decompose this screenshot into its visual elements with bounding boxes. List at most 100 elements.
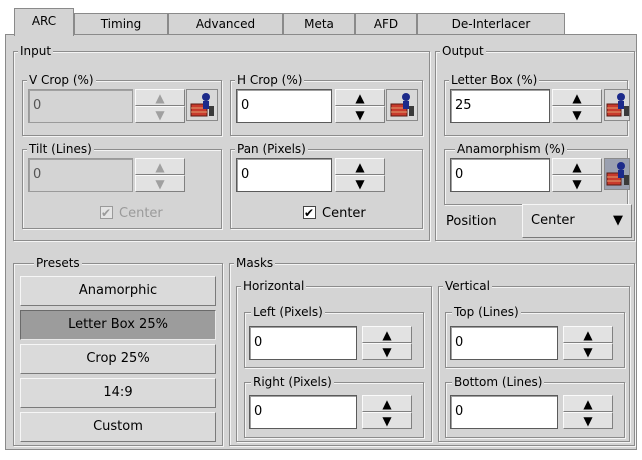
chevron-down-icon: ▼ <box>613 213 623 228</box>
tilt-up-button[interactable]: ▲ <box>135 158 185 175</box>
tilt-down-button[interactable]: ▼ <box>135 175 185 192</box>
top-spinner[interactable]: ▲ ▼ <box>563 326 613 360</box>
left-down-button[interactable]: ▼ <box>362 343 412 360</box>
up-arrow-icon: ▲ <box>155 90 165 105</box>
pan-label: Pan (Pixels) <box>235 141 308 157</box>
checkbox-icon <box>303 204 316 222</box>
down-arrow-icon: ▼ <box>583 413 593 428</box>
up-arrow-icon: ▲ <box>355 90 365 105</box>
down-arrow-icon: ▼ <box>382 344 392 359</box>
down-arrow-icon: ▼ <box>355 107 365 122</box>
letterbox-label: Letter Box (%) <box>449 72 540 88</box>
right-down-button[interactable]: ▼ <box>362 412 412 429</box>
tab-timing[interactable]: Timing <box>74 13 168 35</box>
left-label: Left (Pixels) <box>251 304 325 320</box>
letterbox-spinner[interactable]: ▲ ▼ <box>552 89 602 123</box>
right-field[interactable]: 0 <box>249 395 357 429</box>
bottom-up-button[interactable]: ▲ <box>563 395 613 412</box>
letterbox-down-button[interactable]: ▼ <box>552 106 602 123</box>
presets-group: Presets Anamorphic Letter Box 25% Crop 2… <box>13 255 223 446</box>
down-arrow-icon: ▼ <box>583 344 593 359</box>
pan-center-checkbox[interactable]: Center <box>303 204 366 223</box>
hcrop-label: H Crop (%) <box>235 72 305 88</box>
up-arrow-icon: ▲ <box>382 396 392 411</box>
tilt-center-label: Center <box>119 206 163 221</box>
tab-afd[interactable]: AFD <box>355 13 417 35</box>
preset-custom-button[interactable]: Custom <box>20 412 216 442</box>
preset-anamorphic-button[interactable]: Anamorphic <box>20 276 216 306</box>
letterbox-lock-button[interactable] <box>604 89 630 121</box>
tab-advanced[interactable]: Advanced <box>168 13 283 35</box>
vcrop-down-button[interactable]: ▼ <box>135 106 185 123</box>
vcrop-label: V Crop (%) <box>27 72 96 88</box>
up-arrow-icon: ▲ <box>355 159 365 174</box>
top-up-button[interactable]: ▲ <box>563 326 613 343</box>
hcrop-down-button[interactable]: ▼ <box>335 106 385 123</box>
masks-legend: Masks <box>234 255 276 271</box>
down-arrow-icon: ▼ <box>572 176 582 191</box>
letterbox-up-button[interactable]: ▲ <box>552 89 602 106</box>
bottom-field[interactable]: 0 <box>450 395 558 429</box>
vcrop-spinner[interactable]: ▲ ▼ <box>135 89 185 123</box>
preset-crop-button[interactable]: Crop 25% <box>20 344 216 374</box>
left-spinner[interactable]: ▲ ▼ <box>362 326 412 360</box>
up-arrow-icon: ▲ <box>583 327 593 342</box>
tilt-label: Tilt (Lines) <box>27 141 94 157</box>
hcrop-up-button[interactable]: ▲ <box>335 89 385 106</box>
down-arrow-icon: ▼ <box>572 107 582 122</box>
checkbox-icon <box>100 204 113 222</box>
tilt-center-checkbox[interactable]: Center <box>100 204 163 223</box>
up-arrow-icon: ▲ <box>155 159 165 174</box>
pan-spinner[interactable]: ▲ ▼ <box>335 158 385 192</box>
tilt-field[interactable]: 0 <box>28 158 133 192</box>
hcrop-spinner[interactable]: ▲ ▼ <box>335 89 385 123</box>
tab-arc[interactable]: ARC <box>14 8 74 36</box>
down-arrow-icon: ▼ <box>355 176 365 191</box>
down-arrow-icon: ▼ <box>382 413 392 428</box>
letterbox-field[interactable]: 25 <box>450 89 550 123</box>
vcrop-up-button[interactable]: ▲ <box>135 89 185 106</box>
bottom-spinner[interactable]: ▲ ▼ <box>563 395 613 429</box>
down-arrow-icon: ▼ <box>155 176 165 191</box>
pan-field[interactable]: 0 <box>236 158 332 192</box>
left-up-button[interactable]: ▲ <box>362 326 412 343</box>
anamorphism-down-button[interactable]: ▼ <box>552 175 602 192</box>
anamorphism-up-button[interactable]: ▲ <box>552 158 602 175</box>
up-arrow-icon: ▲ <box>572 159 582 174</box>
pan-down-button[interactable]: ▼ <box>335 175 385 192</box>
preset-letterbox-button[interactable]: Letter Box 25% <box>20 310 216 340</box>
tab-de-interlacer[interactable]: De-Interlacer <box>417 13 565 35</box>
down-arrow-icon: ▼ <box>155 107 165 122</box>
pan-up-button[interactable]: ▲ <box>335 158 385 175</box>
position-dropdown[interactable]: Center ▼ <box>522 204 632 238</box>
bottom-down-button[interactable]: ▼ <box>563 412 613 429</box>
preset-14-9-button[interactable]: 14:9 <box>20 378 216 408</box>
anamorphism-spinner[interactable]: ▲ ▼ <box>552 158 602 192</box>
left-field[interactable]: 0 <box>249 326 357 360</box>
vertical-legend: Vertical <box>443 278 492 294</box>
pan-center-label: Center <box>322 206 366 221</box>
anamorphism-field[interactable]: 0 <box>450 158 550 192</box>
lock-icon <box>390 93 414 117</box>
input-legend: Input <box>18 43 54 59</box>
vcrop-lock-button[interactable] <box>186 89 218 121</box>
presets-legend: Presets <box>34 255 82 271</box>
top-down-button[interactable]: ▼ <box>563 343 613 360</box>
right-spinner[interactable]: ▲ ▼ <box>362 395 412 429</box>
top-field[interactable]: 0 <box>450 326 558 360</box>
masks-group: Masks Horizontal Left (Pixels) 0 ▲ ▼ Rig… <box>229 255 635 446</box>
anamorphism-lock-button[interactable] <box>604 158 630 190</box>
top-label: Top (Lines) <box>452 304 521 320</box>
lock-icon <box>606 162 629 186</box>
up-arrow-icon: ▲ <box>572 90 582 105</box>
lock-icon <box>190 93 214 117</box>
horizontal-legend: Horizontal <box>241 278 307 294</box>
hcrop-field[interactable]: 0 <box>236 89 332 123</box>
tab-meta[interactable]: Meta <box>283 13 355 35</box>
hcrop-lock-button[interactable] <box>386 89 418 121</box>
right-up-button[interactable]: ▲ <box>362 395 412 412</box>
vcrop-field[interactable]: 0 <box>28 89 133 123</box>
tilt-spinner[interactable]: ▲ ▼ <box>135 158 185 192</box>
anamorphism-label: Anamorphism (%) <box>455 141 568 157</box>
position-label: Position <box>446 214 497 229</box>
